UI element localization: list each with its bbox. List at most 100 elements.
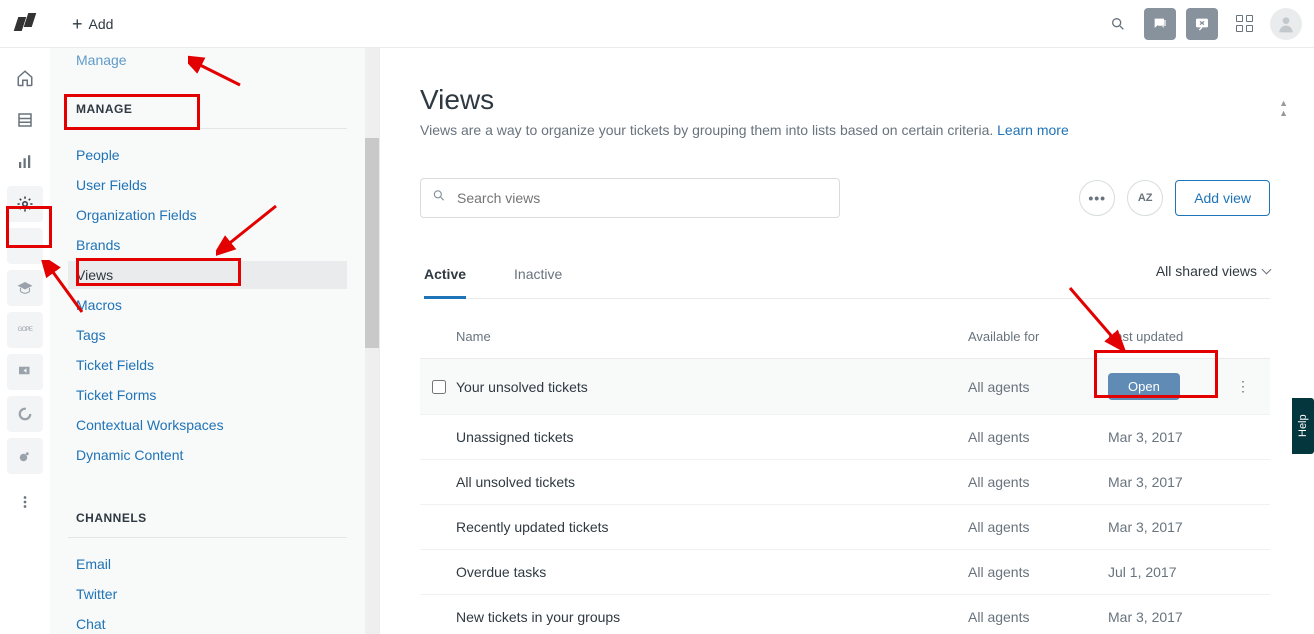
- more-vertical-icon: [16, 493, 34, 511]
- row-available-for: All agents: [968, 379, 1108, 395]
- more-horizontal-icon: •••: [1088, 190, 1106, 206]
- sort-button[interactable]: AZ: [1127, 180, 1163, 216]
- rail-item-10[interactable]: [7, 438, 43, 474]
- product-logo: [0, 13, 50, 35]
- right-scroll-strip: [1292, 48, 1314, 634]
- page-title: Views: [420, 84, 1270, 116]
- scroll-arrows: ▲▲: [1279, 98, 1288, 118]
- table-row[interactable]: Overdue tasksAll agentsJul 1, 2017: [420, 550, 1270, 595]
- table-row[interactable]: Your unsolved ticketsAll agentsOpen ⋮: [420, 359, 1270, 415]
- flag-icon: [16, 363, 34, 381]
- sidebar-item-email[interactable]: Email: [68, 550, 347, 578]
- person-icon: [1276, 14, 1296, 34]
- sidebar-item-macros[interactable]: Macros: [68, 291, 347, 319]
- rail-views[interactable]: [7, 102, 43, 138]
- apps-button[interactable]: [1228, 8, 1260, 40]
- graduation-icon: [16, 279, 34, 297]
- table-body: Your unsolved ticketsAll agentsOpen⋮Unas…: [420, 359, 1270, 634]
- sidebar-item-contextual-workspaces[interactable]: Contextual Workspaces: [68, 411, 347, 439]
- search-icon: [432, 189, 446, 208]
- sidebar-item-user-fields[interactable]: User Fields: [68, 171, 347, 199]
- row-name: Recently updated tickets: [456, 519, 968, 535]
- row-actions[interactable]: ⋮: [1228, 378, 1258, 395]
- logo-icon: [14, 13, 36, 35]
- sidebar-item-dynamic-content[interactable]: Dynamic Content: [68, 441, 347, 469]
- conversations-button[interactable]: [1144, 8, 1176, 40]
- table-row[interactable]: All unsolved ticketsAll agentsMar 3, 201…: [420, 460, 1270, 505]
- search-wrap: [420, 178, 840, 218]
- user-avatar[interactable]: [1270, 8, 1302, 40]
- sidebar-item-people[interactable]: People: [68, 141, 347, 169]
- rail-admin[interactable]: [7, 186, 43, 222]
- text-icon: ᴳᴼᴾᴱ: [18, 325, 33, 335]
- rail-item-7[interactable]: ᴳᴼᴾᴱ: [7, 312, 43, 348]
- row-name: Your unsolved tickets: [456, 379, 968, 395]
- home-icon: [16, 69, 34, 87]
- search-icon: [1110, 16, 1126, 32]
- row-last-updated: Mar 3, 2017: [1108, 519, 1228, 535]
- more-actions-button[interactable]: •••: [1079, 180, 1115, 216]
- col-name: Name: [456, 329, 968, 344]
- sidebar-item-ticket-forms[interactable]: Ticket Forms: [68, 381, 347, 409]
- add-view-button[interactable]: Add view: [1175, 180, 1270, 216]
- section-heading-channels: CHANNELS: [68, 501, 347, 538]
- gear-icon: [16, 195, 34, 213]
- main-content: ▲▲ Views Views are a way to organize you…: [380, 48, 1292, 634]
- sidebar-item-organization-fields[interactable]: Organization Fields: [68, 201, 347, 229]
- sidebar-item-tags[interactable]: Tags: [68, 321, 347, 349]
- rail-home[interactable]: [7, 60, 43, 96]
- top-bar: + Add: [0, 0, 1314, 48]
- scrollbar-thumb[interactable]: [365, 138, 379, 348]
- row-last-updated: Jul 1, 2017: [1108, 564, 1228, 580]
- channels-list: Email Twitter Chat Facebook: [68, 550, 347, 634]
- sidebar-item-views[interactable]: Views: [68, 261, 347, 289]
- row-name: Unassigned tickets: [456, 429, 968, 445]
- row-checkbox[interactable]: [432, 380, 446, 394]
- rail-item-8[interactable]: [7, 354, 43, 390]
- speech-x-icon: [1194, 16, 1210, 32]
- search-button[interactable]: [1102, 8, 1134, 40]
- row-available-for: All agents: [968, 609, 1108, 625]
- section-heading-manage: MANAGE: [68, 92, 347, 129]
- sidebar-item-brands[interactable]: Brands: [68, 231, 347, 259]
- rail-item-9[interactable]: [7, 396, 43, 432]
- add-label: Add: [89, 16, 114, 32]
- sidebar-item-ticket-fields[interactable]: Ticket Fields: [68, 351, 347, 379]
- row-name: New tickets in your groups: [456, 609, 968, 625]
- circle-notch-icon: [16, 405, 34, 423]
- row-available-for: All agents: [968, 564, 1108, 580]
- rail-more[interactable]: [7, 484, 43, 520]
- learn-more-link[interactable]: Learn more: [997, 122, 1069, 138]
- search-input[interactable]: [420, 178, 840, 218]
- page-description: Views are a way to organize your tickets…: [420, 122, 1270, 138]
- tab-inactive[interactable]: Inactive: [514, 258, 562, 299]
- chevron-down-icon: [1262, 265, 1272, 275]
- row-available-for: All agents: [968, 429, 1108, 445]
- table-row[interactable]: Unassigned ticketsAll agentsMar 3, 2017: [420, 415, 1270, 460]
- topbar-right: [1102, 8, 1302, 40]
- tab-active[interactable]: Active: [424, 258, 466, 299]
- rail-item-6[interactable]: [7, 270, 43, 306]
- views-filter-dropdown[interactable]: All shared views: [1156, 263, 1270, 293]
- row-name: Overdue tasks: [456, 564, 968, 580]
- help-tab[interactable]: Help: [1292, 398, 1314, 454]
- open-button[interactable]: Open: [1108, 373, 1180, 400]
- plus-icon: +: [72, 15, 83, 33]
- row-available-for: All agents: [968, 519, 1108, 535]
- table-row[interactable]: New tickets in your groupsAll agentsMar …: [420, 595, 1270, 634]
- table-row[interactable]: Recently updated ticketsAll agentsMar 3,…: [420, 505, 1270, 550]
- tabs: Active Inactive All shared views: [424, 258, 1270, 299]
- sidebar-item-manage-prev[interactable]: Manage: [76, 52, 347, 68]
- add-tab-button[interactable]: + Add: [72, 15, 113, 33]
- rail-reporting[interactable]: [7, 144, 43, 180]
- notifications-button[interactable]: [1186, 8, 1218, 40]
- sidebar-item-twitter[interactable]: Twitter: [68, 580, 347, 608]
- apps-icon: [1236, 15, 1253, 32]
- chat-icon: [1152, 16, 1168, 32]
- manage-list: People User Fields Organization Fields B…: [68, 141, 347, 469]
- rail-item-5[interactable]: [7, 228, 43, 264]
- sort-az-icon: AZ: [1138, 192, 1153, 204]
- row-last-updated: Open: [1108, 373, 1228, 400]
- bar-chart-icon: [16, 153, 34, 171]
- sidebar-item-chat[interactable]: Chat: [68, 610, 347, 634]
